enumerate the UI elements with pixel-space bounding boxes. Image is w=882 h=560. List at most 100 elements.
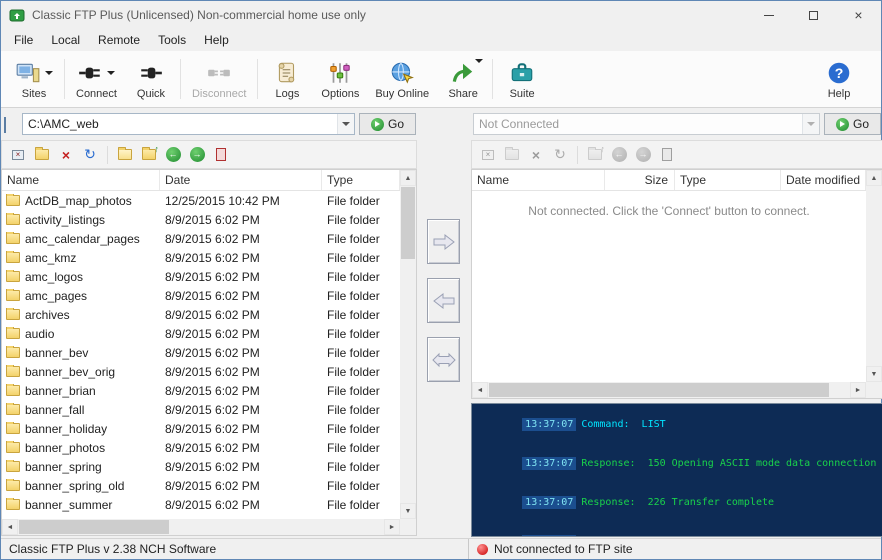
file-row[interactable]: amc_kmz 8/9/2015 6:02 PM File folder [2,248,400,267]
panel-toggle-icon[interactable]: × [8,145,28,165]
scroll-right-arrow[interactable]: ► [384,519,400,535]
upload-button[interactable] [427,219,460,264]
share-dropdown-caret[interactable] [475,59,484,63]
quick-connect-button[interactable]: Quick [125,53,177,105]
new-folder-icon[interactable] [502,145,522,165]
file-row[interactable]: banner_bev_orig 8/9/2015 6:02 PM File fo… [2,362,400,381]
file-row[interactable]: banner_spring_old 8/9/2015 6:02 PM File … [2,476,400,495]
options-button[interactable]: Options [313,53,367,105]
scrollbar-thumb[interactable] [19,520,169,534]
scroll-down-arrow[interactable]: ▼ [400,503,416,519]
suite-label: Suite [509,87,535,100]
file-row[interactable]: banner_photos 8/9/2015 6:02 PM File fold… [2,438,400,457]
column-header-name[interactable]: Name [2,170,160,190]
new-folder-icon[interactable] [32,145,52,165]
file-row[interactable]: amc_calendar_pages 8/9/2015 6:02 PM File… [2,229,400,248]
close-button[interactable]: × [836,1,881,29]
sites-dropdown-caret[interactable] [45,70,53,75]
scroll-up-arrow[interactable]: ▲ [400,170,416,186]
delete-icon[interactable]: × [56,145,76,165]
scrollbar-thumb[interactable] [489,383,829,397]
back-icon[interactable]: ← [609,145,629,165]
connect-button[interactable]: Connect [68,53,125,105]
disconnect-button[interactable]: Disconnect [184,53,254,105]
scroll-down-arrow[interactable]: ▼ [866,366,882,382]
menu-item-file[interactable]: File [5,30,42,50]
abort-icon[interactable] [657,145,677,165]
maximize-button[interactable] [791,1,836,29]
panel-toggle-icon[interactable]: × [478,145,498,165]
scroll-left-arrow[interactable]: ◄ [472,382,488,398]
scrollbar-thumb[interactable] [401,187,415,259]
file-name-cell: banner_bev [2,345,160,360]
sites-button[interactable]: Sites [7,53,61,105]
parent-folder-icon[interactable]: ↑ [585,144,605,165]
file-row[interactable]: audio 8/9/2015 6:02 PM File folder [2,324,400,343]
forward-icon[interactable]: → [187,145,207,165]
file-row[interactable]: archives 8/9/2015 6:02 PM File folder [2,305,400,324]
column-header-date[interactable]: Date [160,170,322,190]
menu-item-remote[interactable]: Remote [89,30,149,50]
file-row[interactable]: activity_listings 8/9/2015 6:02 PM File … [2,210,400,229]
menu-item-help[interactable]: Help [195,30,238,50]
file-row[interactable]: banner_brian 8/9/2015 6:02 PM File folde… [2,381,400,400]
local-path-dropdown-button[interactable] [337,114,354,134]
file-name-cell: amc_pages [2,288,160,303]
minimize-button[interactable] [746,1,791,29]
back-icon[interactable]: ← [163,145,183,165]
refresh-icon[interactable]: ↻ [80,145,100,165]
abort-icon[interactable] [211,145,231,165]
remote-horizontal-scrollbar[interactable]: ◄ ► [472,382,866,398]
file-type: File folder [327,193,380,208]
download-button[interactable] [427,278,460,323]
quick-plug-icon [141,67,162,78]
file-date: 8/9/2015 6:02 PM [165,421,260,436]
file-row[interactable]: banner_summer 8/9/2015 6:02 PM File fold… [2,495,400,514]
status-bar: Classic FTP Plus v 2.38 NCH Software Not… [1,538,881,559]
file-date: 8/9/2015 6:02 PM [165,231,260,246]
status-connection-text: Not connected to FTP site [494,542,633,556]
connect-dropdown-caret[interactable] [107,70,116,75]
column-header-size[interactable]: Size [605,170,675,190]
log-timestamp: 13:37:07 [522,535,577,536]
file-row[interactable]: amc_logos 8/9/2015 6:02 PM File folder [2,267,400,286]
local-horizontal-scrollbar[interactable]: ◄ ► [2,519,400,535]
local-go-button[interactable]: Go [359,113,416,135]
sync-button[interactable] [427,337,460,382]
share-button[interactable]: Share [437,53,489,105]
menu-item-tools[interactable]: Tools [149,30,195,50]
refresh-icon[interactable]: ↻ [550,145,570,165]
file-row[interactable]: banner_spring 8/9/2015 6:02 PM File fold… [2,457,400,476]
remote-go-button[interactable]: Go [824,113,881,135]
menu-item-local[interactable]: Local [42,30,89,50]
column-header-type[interactable]: Type [675,170,781,190]
delete-icon[interactable]: × [526,145,546,165]
file-row[interactable]: banner_holiday 8/9/2015 6:02 PM File fol… [2,419,400,438]
remote-vertical-scrollbar[interactable]: ▲ ▼ [866,170,882,382]
folder-icon [6,459,20,472]
scroll-right-arrow[interactable]: ► [850,382,866,398]
file-row[interactable]: banner_bev 8/9/2015 6:02 PM File folder [2,343,400,362]
file-row[interactable]: banner_fall 8/9/2015 6:02 PM File folder [2,400,400,419]
remote-address-combobox[interactable]: Not Connected [473,113,820,135]
scroll-left-arrow[interactable]: ◄ [2,519,18,535]
file-type: File folder [327,288,380,303]
local-vertical-scrollbar[interactable]: ▲ ▼ [400,170,416,519]
column-header-name[interactable]: Name [472,170,605,190]
open-folder-icon[interactable] [115,145,135,165]
forward-icon[interactable]: → [633,145,653,165]
folder-icon [6,326,20,339]
column-header-type[interactable]: Type [322,170,400,190]
parent-folder-icon[interactable]: ↑ [139,144,159,165]
buy-online-button[interactable]: Buy Online [367,53,437,105]
remote-address-dropdown-button[interactable] [802,114,819,134]
logs-button[interactable]: Logs [261,53,313,105]
file-row[interactable]: ActDB_map_photos 12/25/2015 10:42 PM Fil… [2,191,400,210]
help-button[interactable]: ? Help [813,53,865,105]
file-row[interactable]: amc_pages 8/9/2015 6:02 PM File folder [2,286,400,305]
folder-icon [6,269,20,282]
scroll-up-arrow[interactable]: ▲ [866,170,882,186]
local-path-combobox[interactable]: C:\AMC_web [22,113,355,135]
suite-button[interactable]: Suite [496,53,548,105]
column-header-date-modified[interactable]: Date modified [781,170,866,190]
